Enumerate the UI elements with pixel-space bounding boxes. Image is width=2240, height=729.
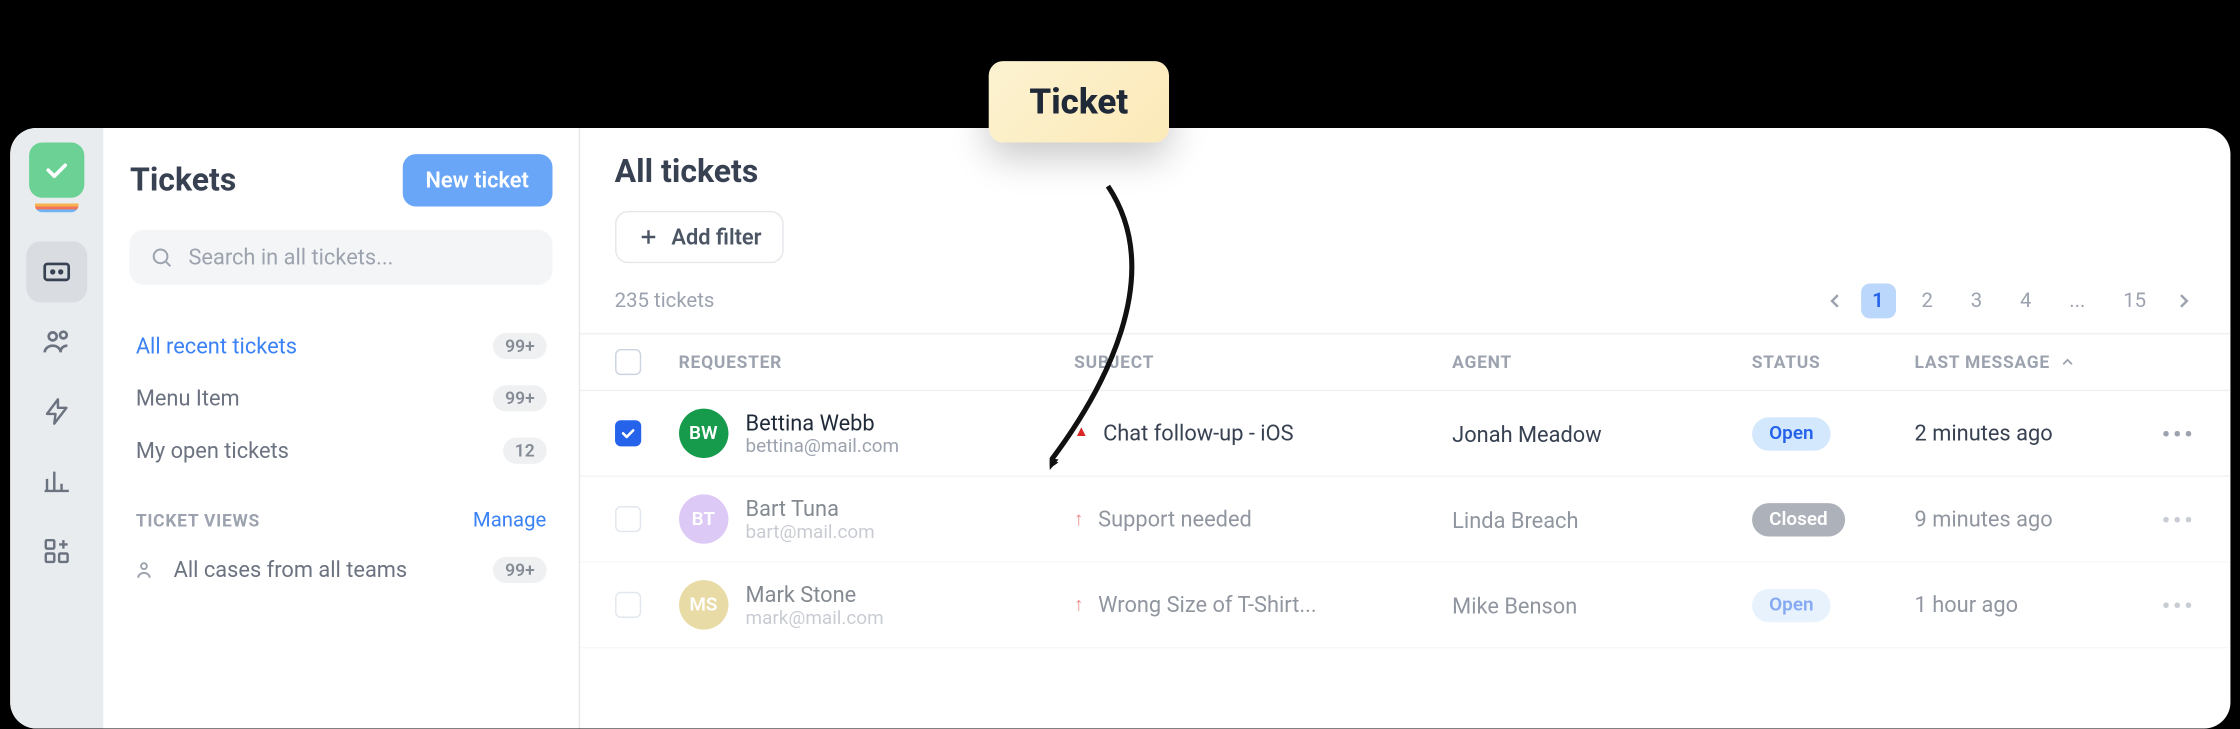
agent-name: Jonah Meadow	[1452, 421, 1601, 447]
callout-label: Ticket	[989, 61, 1169, 142]
nav-rail	[10, 128, 104, 729]
status-badge: Closed	[1752, 502, 1845, 535]
view-badge: 99+	[494, 557, 547, 583]
row-more-icon[interactable]: •••	[2162, 505, 2196, 533]
page-number[interactable]: 4	[2008, 284, 2043, 319]
requester-email: mark@mail.com	[746, 607, 884, 629]
page-number[interactable]: ...	[2058, 284, 2097, 319]
ticket-count: 235 tickets	[615, 289, 715, 312]
add-filter-label: Add filter	[671, 224, 761, 250]
page-next[interactable]	[2172, 289, 2195, 312]
rail-tickets-icon[interactable]	[26, 241, 87, 302]
page-number[interactable]: 2	[1910, 284, 1945, 319]
requester-email: bettina@mail.com	[746, 435, 900, 457]
logo-stripes	[35, 204, 79, 213]
nav-label: My open tickets	[136, 438, 289, 464]
agent-name: Mike Benson	[1452, 593, 1577, 619]
status-badge: Open	[1752, 588, 1831, 621]
callout-annotation: Ticket	[989, 61, 1169, 142]
sidebar-nav-item[interactable]: My open tickets 12	[130, 425, 552, 477]
avatar: BW	[679, 409, 728, 458]
row-checkbox[interactable]	[615, 506, 641, 532]
col-status[interactable]: STATUS	[1752, 352, 1915, 372]
page-prev[interactable]	[1823, 289, 1846, 312]
sidebar-nav-item[interactable]: Menu Item 99+	[130, 372, 552, 424]
rail-apps-icon[interactable]	[26, 521, 87, 582]
plus-icon	[636, 225, 659, 248]
search-icon	[150, 244, 174, 270]
page-number[interactable]: 1	[1860, 284, 1895, 319]
ticket-subject: Wrong Size of T-Shirt...	[1098, 592, 1316, 618]
table-row[interactable]: MS Mark Stonemark@mail.com ↑ Wrong Size of …	[580, 563, 2231, 649]
col-last[interactable]: LAST MESSAGE	[1915, 352, 2162, 372]
rail-people-icon[interactable]	[26, 311, 87, 372]
col-requester[interactable]: REQUESTER	[679, 352, 1074, 372]
views-heading: TICKET VIEWS	[136, 510, 260, 530]
people-icon	[136, 558, 159, 581]
pagination: 1234... 15	[1823, 284, 2196, 319]
nav-badge: 99+	[494, 333, 547, 359]
app-logo[interactable]	[29, 142, 84, 197]
ticket-view-item[interactable]: All cases from all teams 99+	[130, 544, 552, 596]
sort-asc-icon	[2059, 353, 2076, 370]
table-row[interactable]: BT Bart Tunabart@mail.com ↑ Support needed L…	[580, 477, 2231, 563]
col-agent[interactable]: AGENT	[1452, 352, 1752, 372]
rail-chart-icon[interactable]	[26, 451, 87, 512]
select-all-checkbox[interactable]	[615, 349, 641, 375]
status-badge: Open	[1752, 417, 1831, 450]
new-ticket-button[interactable]: New ticket	[402, 154, 552, 206]
requester-name: Mark Stone	[746, 581, 884, 607]
agent-name: Linda Breach	[1452, 507, 1578, 533]
row-checkbox[interactable]	[615, 420, 641, 446]
avatar: MS	[679, 580, 728, 629]
last-message: 2 minutes ago	[1915, 420, 2053, 446]
main-title: All tickets	[615, 154, 2196, 190]
nav-badge: 12	[503, 438, 546, 464]
page-number[interactable]: 3	[1959, 284, 1994, 319]
row-more-icon[interactable]: •••	[2162, 591, 2196, 619]
search-input[interactable]	[188, 244, 531, 270]
requester-email: bart@mail.com	[746, 521, 875, 543]
nav-badge: 99+	[494, 385, 547, 411]
last-message: 9 minutes ago	[1915, 506, 2053, 532]
requester-name: Bart Tuna	[746, 495, 875, 521]
row-more-icon[interactable]: •••	[2162, 419, 2196, 447]
search-box[interactable]	[130, 230, 552, 285]
add-filter-button[interactable]: Add filter	[615, 211, 784, 263]
sidebar-nav-item[interactable]: All recent tickets 99+	[130, 320, 552, 372]
ticket-subject: Support needed	[1098, 506, 1252, 532]
avatar: BT	[679, 494, 728, 543]
view-label: All cases from all teams	[174, 557, 408, 583]
table-header: REQUESTER SUBJECT AGENT STATUS LAST MESS…	[580, 333, 2231, 391]
sidebar-title: Tickets	[130, 162, 236, 198]
callout-arrow	[1050, 172, 1210, 506]
table-row[interactable]: BWBettina Webbbettina@mail.com▲▲Chat fol…	[580, 391, 2231, 477]
manage-link[interactable]: Manage	[473, 509, 546, 532]
nav-label: All recent tickets	[136, 333, 297, 359]
nav-label: Menu Item	[136, 385, 240, 411]
page-number[interactable]: 15	[2112, 284, 2158, 319]
priority-low-icon: ↑	[1074, 595, 1083, 614]
sidebar: Tickets New ticket All recent tickets 99+…	[104, 128, 580, 729]
last-message: 1 hour ago	[1915, 592, 2019, 618]
requester-name: Bettina Webb	[746, 409, 900, 435]
rail-bolt-icon[interactable]	[26, 381, 87, 442]
main-panel: All tickets Add filter 235 tickets 1234.…	[580, 128, 2231, 729]
priority-low-icon: ↑	[1074, 510, 1083, 529]
row-checkbox[interactable]	[615, 592, 641, 618]
